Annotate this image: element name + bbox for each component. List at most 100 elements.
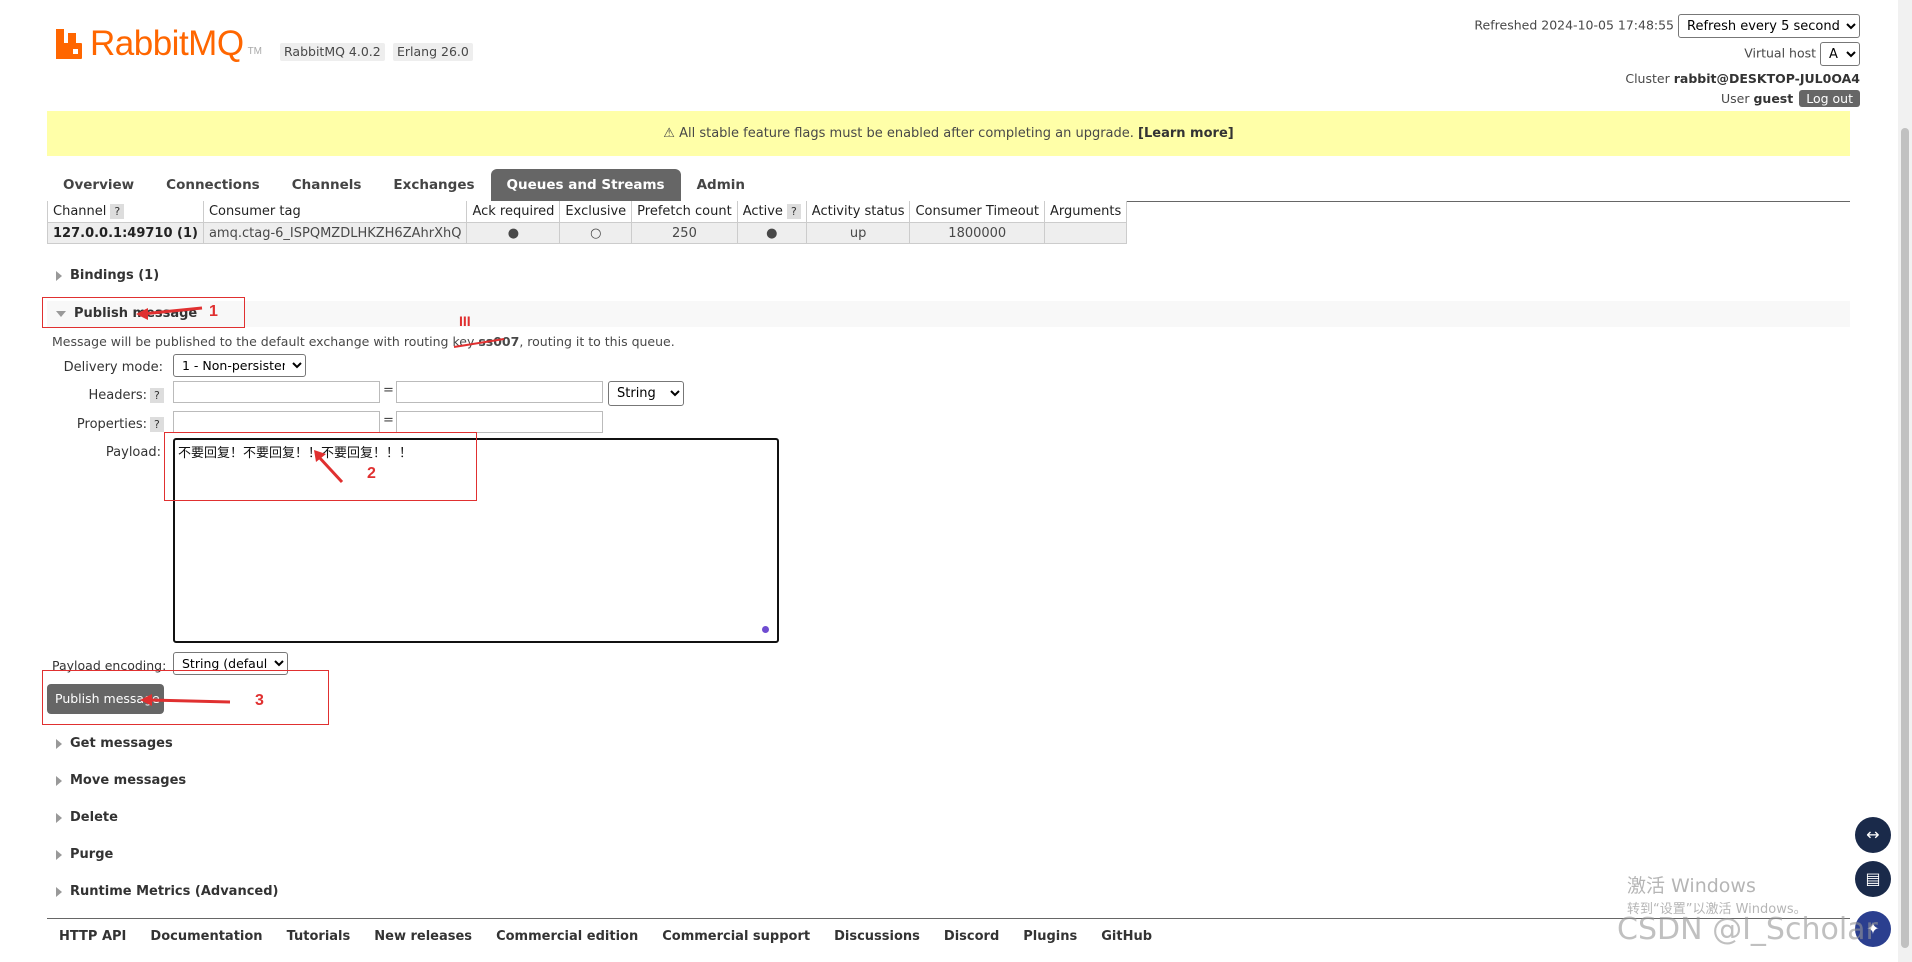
windows-activation-title: 激活 Windows bbox=[1627, 875, 1756, 897]
annotation-number-2: 2 bbox=[367, 465, 376, 482]
csdn-watermark: CSDN @I_Scholar bbox=[1617, 912, 1878, 947]
prefetch-count-cell: 250 bbox=[631, 222, 738, 244]
vhost-row: Virtual host All bbox=[1744, 42, 1860, 66]
delivery-mode-select[interactable]: 1 - Non-persistent bbox=[173, 354, 306, 377]
consumer-tag-cell: amq.ctag-6_ISPQMZDLHKZH6ZAhrXhQ bbox=[202, 222, 468, 244]
annotation-arrow-1 bbox=[136, 306, 203, 320]
tab-queues-and-streams[interactable]: Queues and Streams bbox=[490, 169, 681, 201]
header-key-input[interactable] bbox=[173, 381, 380, 403]
tab-overview[interactable]: Overview bbox=[47, 169, 150, 201]
footer-plugins[interactable]: Plugins bbox=[1023, 929, 1077, 944]
erlang-version: Erlang 26.0 bbox=[393, 43, 473, 61]
rabbitmq-logo[interactable]: RabbitMQ TM bbox=[56, 24, 262, 64]
footer-commercial-support[interactable]: Commercial support bbox=[662, 929, 810, 944]
publish-info: Message will be published to the default… bbox=[52, 334, 675, 349]
footer-tutorials[interactable]: Tutorials bbox=[287, 929, 351, 944]
get-messages-toggle[interactable]: Get messages bbox=[56, 736, 173, 751]
logo-text: RabbitMQ bbox=[90, 24, 244, 63]
annotation-cursor-mark: III bbox=[459, 313, 471, 329]
expand-arrow-icon bbox=[56, 886, 62, 897]
col-prefetch-count: Prefetch count bbox=[631, 201, 738, 223]
footer-new-releases[interactable]: New releases bbox=[374, 929, 472, 944]
refresh-interval-select[interactable]: Refresh every 5 seconds bbox=[1678, 14, 1860, 38]
vhost-select[interactable]: All bbox=[1820, 42, 1860, 66]
move-messages-toggle[interactable]: Move messages bbox=[56, 773, 186, 788]
footer-discussions[interactable]: Discussions bbox=[834, 929, 920, 944]
page-scrollbar[interactable] bbox=[1898, 0, 1912, 962]
user-row: User guest Log out bbox=[1721, 90, 1860, 107]
properties-label: Properties: bbox=[76, 417, 147, 432]
cluster-label: Cluster bbox=[1625, 71, 1670, 86]
footer-discord[interactable]: Discord bbox=[944, 929, 999, 944]
channel-help-button[interactable]: ? bbox=[110, 204, 125, 219]
channel-link[interactable]: 127.0.0.1:49710 (1) bbox=[47, 222, 204, 244]
consumers-table: Channel? Consumer tag Ack required Exclu… bbox=[47, 201, 1128, 244]
annotation-arrow-2 bbox=[314, 450, 344, 484]
payload-label: Payload: bbox=[105, 445, 161, 460]
property-value-input[interactable] bbox=[396, 411, 603, 433]
annotation-number-1: 1 bbox=[209, 303, 218, 320]
tab-exchanges[interactable]: Exchanges bbox=[377, 169, 490, 201]
expand-arrow-icon bbox=[56, 738, 62, 749]
refreshed-time: 2024-10-05 17:48:55 bbox=[1541, 17, 1675, 33]
learn-more-link[interactable]: [Learn more] bbox=[1138, 126, 1234, 141]
col-channel: Channel? bbox=[47, 201, 204, 223]
expand-arrow-icon bbox=[56, 849, 62, 860]
main-tabs: Overview Connections Channels Exchanges … bbox=[47, 169, 1850, 202]
purge-toggle[interactable]: Purge bbox=[56, 847, 113, 862]
exclusive-cell: ○ bbox=[559, 222, 633, 244]
reader-icon[interactable]: ▤ bbox=[1855, 861, 1891, 897]
expand-arrow-icon bbox=[56, 270, 62, 281]
tab-channels[interactable]: Channels bbox=[276, 169, 378, 201]
refresh-row: Refreshed 2024-10-05 17:48:55 Refresh ev… bbox=[1474, 14, 1860, 38]
delete-toggle[interactable]: Delete bbox=[56, 810, 118, 825]
footer-github[interactable]: GitHub bbox=[1101, 929, 1152, 944]
properties-help-button[interactable]: ? bbox=[150, 417, 164, 432]
col-consumer-timeout: Consumer Timeout bbox=[909, 201, 1046, 223]
bindings-section-toggle[interactable]: Bindings (1) bbox=[56, 268, 159, 283]
footer-documentation[interactable]: Documentation bbox=[150, 929, 262, 944]
publish-info-suffix: , routing it to this queue. bbox=[519, 334, 675, 349]
delivery-mode-label: Delivery mode: bbox=[63, 360, 163, 375]
col-ack-required: Ack required bbox=[466, 201, 561, 223]
cluster-name: rabbit@DESKTOP-JUL0OA4 bbox=[1673, 71, 1860, 86]
col-exclusive: Exclusive bbox=[559, 201, 633, 223]
translate-icon[interactable]: ↔ bbox=[1855, 817, 1891, 853]
logout-button[interactable]: Log out bbox=[1799, 90, 1860, 107]
col-activity-status: Activity status bbox=[805, 201, 911, 223]
annotation-number-3: 3 bbox=[255, 692, 264, 709]
col-consumer-tag: Consumer tag bbox=[202, 201, 468, 223]
tab-connections[interactable]: Connections bbox=[150, 169, 276, 201]
header-type-select[interactable]: String bbox=[608, 381, 684, 406]
col-active: Active? bbox=[736, 201, 807, 223]
rabbit-logo-icon bbox=[56, 29, 84, 59]
header-value-input[interactable] bbox=[396, 381, 603, 403]
property-key-input[interactable] bbox=[173, 411, 380, 433]
table-row: 127.0.0.1:49710 (1) amq.ctag-6_ISPQMZDLH… bbox=[47, 222, 1128, 244]
consumer-timeout-cell: 1800000 bbox=[909, 222, 1046, 244]
refreshed-label: Refreshed bbox=[1474, 17, 1538, 33]
expand-arrow-icon bbox=[56, 775, 62, 786]
scrollbar-thumb[interactable] bbox=[1901, 128, 1909, 948]
user-name: guest bbox=[1753, 91, 1794, 106]
publish-section-header bbox=[47, 301, 1850, 327]
col-arguments: Arguments bbox=[1044, 201, 1128, 223]
header-equals: = bbox=[383, 383, 394, 398]
active-help-button[interactable]: ? bbox=[786, 204, 801, 219]
footer-links: HTTP API Documentation Tutorials New rel… bbox=[47, 918, 1850, 953]
footer-commercial-edition[interactable]: Commercial edition bbox=[496, 929, 638, 944]
arguments-cell bbox=[1044, 222, 1128, 244]
headers-help-button[interactable]: ? bbox=[150, 388, 164, 403]
annotation-arrow-3 bbox=[140, 694, 231, 706]
footer-http-api[interactable]: HTTP API bbox=[59, 929, 126, 944]
resize-handle-icon[interactable] bbox=[762, 626, 769, 633]
runtime-metrics-toggle[interactable]: Runtime Metrics (Advanced) bbox=[56, 884, 278, 899]
activity-status-cell: up bbox=[805, 222, 911, 244]
property-equals: = bbox=[383, 413, 394, 428]
logo-tm: TM bbox=[247, 45, 263, 57]
annotation-underline-mark bbox=[453, 338, 505, 348]
tab-admin[interactable]: Admin bbox=[681, 169, 761, 201]
banner-text: ⚠ All stable feature flags must be enabl… bbox=[663, 126, 1134, 141]
ack-required-cell: ● bbox=[466, 222, 561, 244]
headers-label: Headers: bbox=[88, 388, 148, 403]
